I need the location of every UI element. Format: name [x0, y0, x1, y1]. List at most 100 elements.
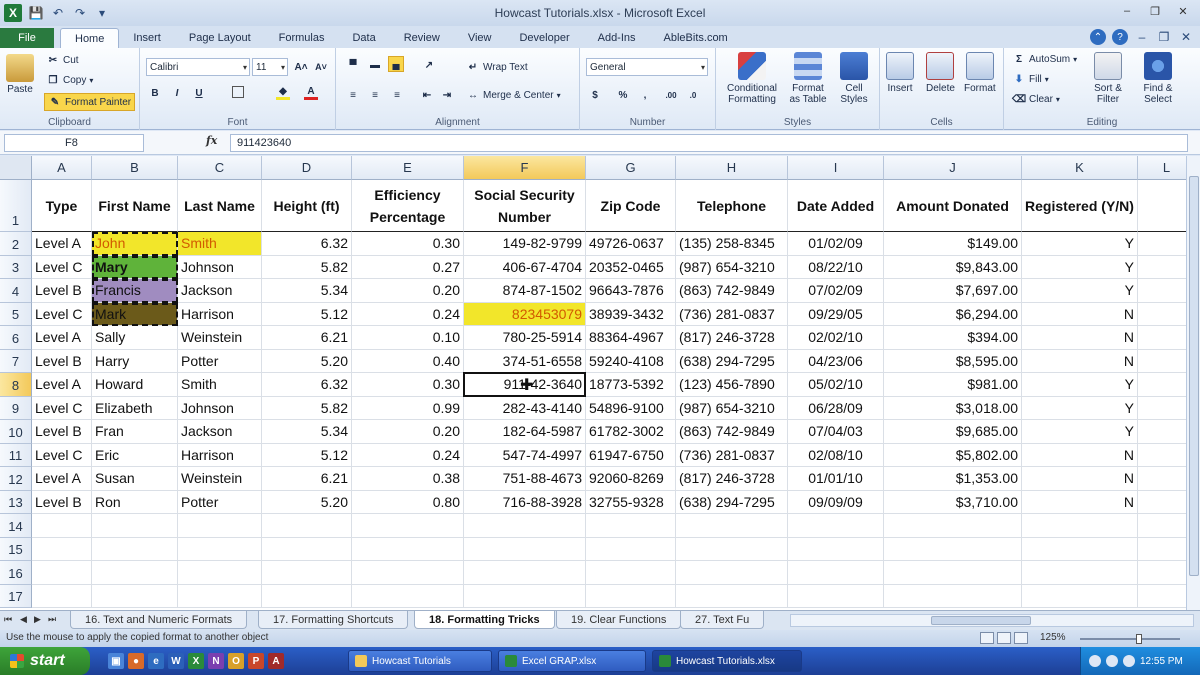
- header-cell-efficiency[interactable]: Efficiency Percentage: [352, 180, 464, 232]
- shrink-font-button[interactable]: A˅: [314, 60, 328, 74]
- cell-efficiency[interactable]: 0.10: [352, 326, 464, 350]
- empty-cell[interactable]: [92, 584, 178, 608]
- cell-zip[interactable]: 92060-8269: [586, 467, 676, 491]
- header-cell-amount-donated[interactable]: Amount Donated: [884, 180, 1022, 232]
- sheet-tab-text-numeric-formats[interactable]: 16. Text and Numeric Formats: [70, 611, 248, 629]
- page-break-view-icon[interactable]: [1014, 632, 1028, 644]
- cell-type[interactable]: Level B: [32, 279, 92, 303]
- column-header-b[interactable]: B: [92, 156, 178, 180]
- cell-date-added[interactable]: 01/02/09: [788, 232, 884, 256]
- align-top-button[interactable]: ▀: [346, 58, 360, 72]
- cell-efficiency[interactable]: 0.27: [352, 255, 464, 279]
- cell-registered[interactable]: N: [1022, 326, 1138, 350]
- header-cell-last-name[interactable]: Last Name: [178, 180, 262, 232]
- cell-last-name[interactable]: Johnson: [178, 255, 262, 279]
- underline-button[interactable]: U: [192, 86, 206, 100]
- empty-cell[interactable]: [676, 537, 788, 561]
- cell-height[interactable]: 5.34: [262, 279, 352, 303]
- cell-date-added[interactable]: 04/23/06: [788, 349, 884, 373]
- row-header-9[interactable]: 9: [0, 396, 32, 420]
- minimize-icon[interactable]: –: [1114, 2, 1140, 20]
- cell-first-name[interactable]: Susan: [92, 467, 178, 491]
- last-sheet-icon[interactable]: ⏭: [48, 614, 56, 625]
- zoom-slider[interactable]: [1080, 634, 1180, 644]
- cell-date-added[interactable]: 01/01/10: [788, 467, 884, 491]
- cell-height[interactable]: 6.21: [262, 467, 352, 491]
- cell-registered[interactable]: N: [1022, 349, 1138, 373]
- align-middle-button[interactable]: ▬: [368, 58, 382, 72]
- format-as-table-button[interactable]: Format as Table: [786, 52, 830, 105]
- empty-cell[interactable]: [464, 537, 586, 561]
- increase-indent-button[interactable]: ⇥: [440, 88, 454, 102]
- cell-first-name[interactable]: Elizabeth: [92, 396, 178, 420]
- column-header-f[interactable]: F: [464, 156, 586, 180]
- empty-cell[interactable]: [586, 514, 676, 538]
- empty-cell[interactable]: [884, 537, 1022, 561]
- cell-first-name[interactable]: John: [92, 232, 178, 256]
- normal-view-icon[interactable]: [980, 632, 994, 644]
- empty-cell[interactable]: [464, 514, 586, 538]
- page-layout-view-icon[interactable]: [997, 632, 1011, 644]
- cell-type[interactable]: Level A: [32, 373, 92, 397]
- cell-ssn[interactable]: 874-87-1502: [464, 279, 586, 303]
- column-header-a[interactable]: A: [32, 156, 92, 180]
- tab-formulas[interactable]: Formulas: [265, 28, 339, 48]
- cell-registered[interactable]: Y: [1022, 255, 1138, 279]
- cell-efficiency[interactable]: 0.24: [352, 443, 464, 467]
- cell-first-name[interactable]: Fran: [92, 420, 178, 444]
- header-cell-type[interactable]: Type: [32, 180, 92, 232]
- first-sheet-icon[interactable]: ⏮: [4, 614, 12, 625]
- cell-telephone[interactable]: (863) 742-9849: [676, 279, 788, 303]
- show-desktop-icon[interactable]: ▣: [108, 653, 124, 669]
- cell-ssn[interactable]: 780-25-5914: [464, 326, 586, 350]
- row-header-10[interactable]: 10: [0, 420, 32, 444]
- access-quicklaunch-icon[interactable]: A: [268, 653, 284, 669]
- empty-cell[interactable]: [586, 537, 676, 561]
- number-format-dropdown-icon[interactable]: ▾: [701, 63, 705, 72]
- copy-button[interactable]: ❐ Copy ▾: [46, 73, 94, 87]
- borders-button[interactable]: [232, 86, 244, 98]
- empty-cell[interactable]: [464, 561, 586, 585]
- cell-amount-donated[interactable]: $981.00: [884, 373, 1022, 397]
- cell-telephone[interactable]: (638) 294-7295: [676, 490, 788, 514]
- column-header-c[interactable]: C: [178, 156, 262, 180]
- undo-icon[interactable]: ↶: [50, 5, 66, 21]
- cell-first-name[interactable]: Mary: [92, 255, 178, 279]
- cell-telephone[interactable]: (736) 281-0837: [676, 302, 788, 326]
- empty-cell[interactable]: [1022, 584, 1138, 608]
- vertical-scroll-thumb[interactable]: [1189, 176, 1199, 576]
- cell-amount-donated[interactable]: $1,353.00: [884, 467, 1022, 491]
- empty-cell[interactable]: [178, 514, 262, 538]
- prev-sheet-icon[interactable]: ◀: [20, 614, 27, 625]
- cell-height[interactable]: 5.82: [262, 255, 352, 279]
- cell-registered[interactable]: Y: [1022, 279, 1138, 303]
- cell-extra[interactable]: [1138, 420, 1186, 444]
- conditional-formatting-button[interactable]: Conditional Formatting: [720, 52, 784, 105]
- cell-last-name[interactable]: Smith: [178, 373, 262, 397]
- align-right-button[interactable]: ≡: [390, 88, 404, 102]
- sort-filter-button[interactable]: Sort & Filter: [1088, 52, 1128, 105]
- empty-cell[interactable]: [788, 584, 884, 608]
- cell-styles-button[interactable]: Cell Styles: [834, 52, 874, 105]
- cell-first-name[interactable]: Ron: [92, 490, 178, 514]
- cell-first-name[interactable]: Francis: [92, 279, 178, 303]
- cell-efficiency[interactable]: 0.40: [352, 349, 464, 373]
- empty-cell[interactable]: [32, 584, 92, 608]
- cell-date-added[interactable]: 06/28/09: [788, 396, 884, 420]
- empty-cell[interactable]: [352, 537, 464, 561]
- empty-cell[interactable]: [1138, 561, 1186, 585]
- header-cell-date-added[interactable]: Date Added: [788, 180, 884, 232]
- header-cell-ssn[interactable]: Social Security Number: [464, 180, 586, 232]
- cell-type[interactable]: Level C: [32, 255, 92, 279]
- cell-type[interactable]: Level A: [32, 467, 92, 491]
- taskbar-app-excel-grap[interactable]: Excel GRAP.xlsx: [498, 650, 646, 672]
- header-cell-registered[interactable]: Registered (Y/N): [1022, 180, 1138, 232]
- workbook-minimize-icon[interactable]: –: [1134, 29, 1150, 45]
- cell-first-name[interactable]: Harry: [92, 349, 178, 373]
- cell-telephone[interactable]: (863) 742-9849: [676, 420, 788, 444]
- cell-zip[interactable]: 20352-0465: [586, 255, 676, 279]
- font-color-button[interactable]: A: [304, 86, 318, 100]
- cell-zip[interactable]: 61782-3002: [586, 420, 676, 444]
- delete-cells-button[interactable]: Delete: [926, 52, 955, 94]
- row-header-8[interactable]: 8: [0, 373, 32, 397]
